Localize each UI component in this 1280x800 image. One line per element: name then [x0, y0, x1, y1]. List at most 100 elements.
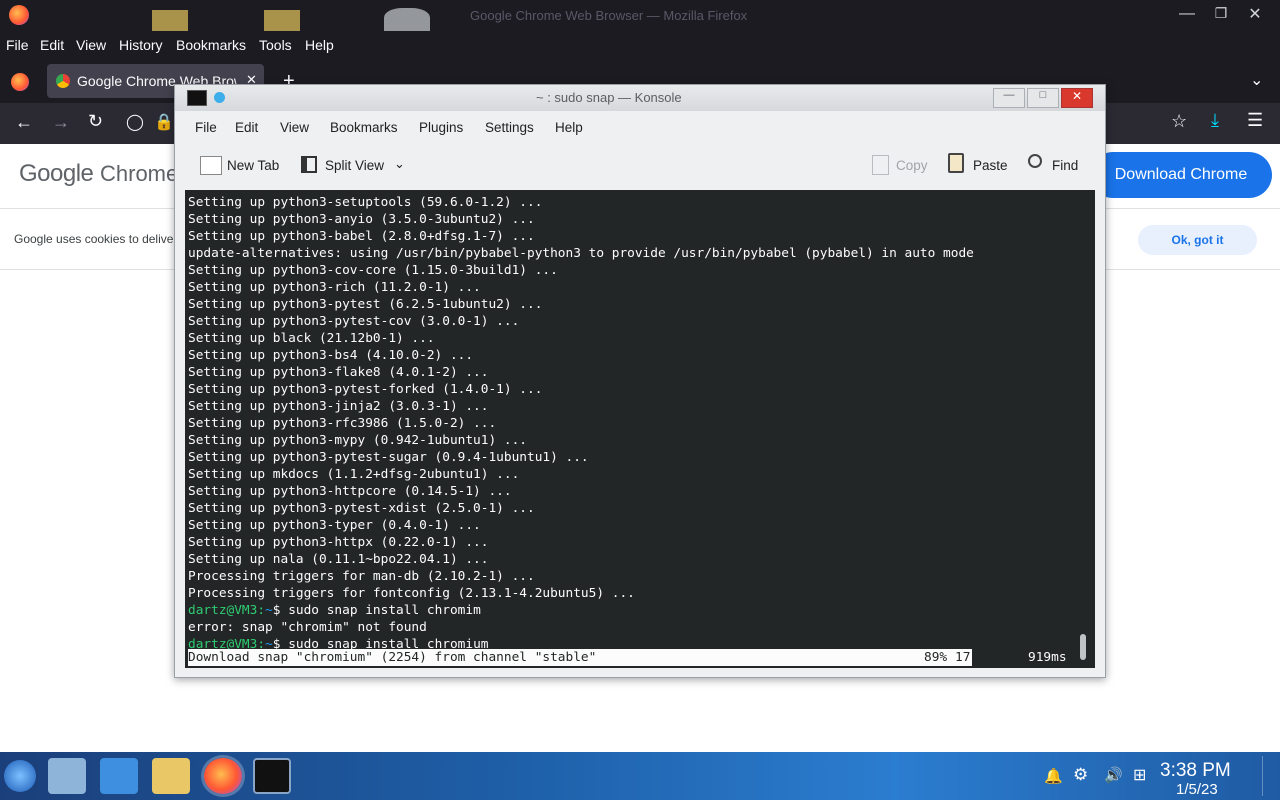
list-all-tabs-icon[interactable]: ⌄: [1250, 70, 1263, 90]
konsole-toolbar: New Tab Split View ⌄ Copy Paste Find: [175, 142, 1105, 188]
konsole-menu-plugins[interactable]: Plugins: [419, 120, 463, 135]
copy-icon: [872, 155, 889, 175]
konsole-menu-bookmarks[interactable]: Bookmarks: [330, 120, 398, 135]
prompt-path: ~: [265, 603, 273, 618]
menu-view[interactable]: View: [76, 37, 106, 53]
download-progress-line: Download snap "chromium" (2254) from cha…: [188, 649, 1069, 666]
terminal-line: Setting up python3-cov-core (1.15.0-3bui…: [188, 263, 558, 278]
paste-button[interactable]: Paste: [973, 158, 1008, 173]
konsole-titlebar[interactable]: ~ : sudo snap — Konsole — □ ✕: [175, 85, 1105, 111]
terminal-line: Setting up python3-pytest-xdist (2.5.0-1…: [188, 501, 535, 516]
cookie-text: Google uses cookies to deliver: [14, 232, 178, 246]
menu-file[interactable]: File: [6, 37, 29, 53]
terminal-line: Setting up python3-httpx (0.22.0-1) ...: [188, 535, 489, 550]
notifications-icon[interactable]: 🔔: [1044, 767, 1063, 785]
terminal-line: update-alternatives: using /usr/bin/pyba…: [188, 246, 974, 261]
paste-icon: [948, 153, 964, 173]
status-speed: 17.9MB/s: [955, 650, 1017, 665]
cookie-ok-button[interactable]: Ok, got it: [1138, 225, 1257, 255]
split-view-button[interactable]: Split View: [325, 158, 384, 173]
firefox-taskbar-icon[interactable]: [204, 758, 242, 794]
chevron-down-icon[interactable]: ⌄: [394, 156, 405, 172]
clock-time[interactable]: 3:38 PM: [1160, 760, 1231, 782]
bookmark-star-icon[interactable]: ☆: [1171, 111, 1187, 132]
desktop-switcher-icon[interactable]: [48, 758, 86, 794]
app-menu-icon[interactable]: ☰: [1247, 110, 1263, 131]
shield-icon[interactable]: ◯: [126, 112, 144, 132]
firefox-logo-icon: [9, 5, 29, 25]
konsole-window: ~ : sudo snap — Konsole — □ ✕ File Edit …: [174, 84, 1106, 678]
konsole-menu-edit[interactable]: Edit: [235, 120, 258, 135]
downloads-icon[interactable]: ⤓: [1211, 110, 1219, 131]
clock-date[interactable]: 1/5/23: [1176, 781, 1218, 798]
google-logo[interactable]: Google: [19, 160, 94, 188]
back-arrow-icon[interactable]: ←: [15, 112, 33, 133]
menu-edit[interactable]: Edit: [40, 37, 64, 53]
file-manager-icon[interactable]: [100, 758, 138, 794]
terminal-line: Setting up python3-pytest-cov (3.0.0-1) …: [188, 314, 520, 329]
start-button[interactable]: [4, 760, 36, 792]
show-desktop-button[interactable]: [1262, 756, 1277, 796]
windows-switch-icon[interactable]: ⊞: [1133, 765, 1146, 785]
taskbar: 🔔 ⚙ 🔊 ⊞ 3:38 PM 1/5/23: [0, 752, 1280, 800]
konsole-menu-settings[interactable]: Settings: [485, 120, 534, 135]
system-tray-icon[interactable]: ⚙: [1073, 765, 1088, 785]
terminal-line: Setting up python3-flake8 (4.0.1-2) ...: [188, 365, 489, 380]
terminal-line: Setting up python3-pytest-forked (1.4.0-…: [188, 382, 543, 397]
volume-icon[interactable]: 🔊: [1104, 766, 1123, 784]
terminal-line: Setting up python3-babel (2.8.0+dfsg.1-7…: [188, 229, 535, 244]
pin-icon[interactable]: [214, 92, 225, 103]
error-line: error: snap "chromim" not found: [188, 620, 427, 635]
konsole-title: ~ : sudo snap — Konsole: [536, 90, 682, 105]
find-button[interactable]: Find: [1052, 158, 1078, 173]
status-percent: 89%: [924, 650, 948, 665]
split-view-icon: [301, 156, 317, 173]
recycle-bin-icon: [384, 8, 430, 32]
desktop-folder-icon: [264, 10, 300, 32]
konsole-menu-view[interactable]: View: [280, 120, 309, 135]
terminal-line: Processing triggers for man-db (2.10.2-1…: [188, 569, 535, 584]
menu-history[interactable]: History: [119, 37, 163, 53]
terminal-line: Setting up python3-rfc3986 (1.5.0-2) ...: [188, 416, 497, 431]
konsole-menu-help[interactable]: Help: [555, 120, 583, 135]
reload-icon[interactable]: ↻: [88, 111, 103, 132]
chrome-logo-text: Chrome: [100, 161, 179, 186]
konsole-menu-file[interactable]: File: [195, 120, 217, 135]
firefox-titlebar: Google Chrome Web Browser — Mozilla Fire…: [0, 0, 1280, 32]
menu-bookmarks[interactable]: Bookmarks: [176, 37, 246, 53]
menu-tools[interactable]: Tools: [259, 37, 292, 53]
terminal-line: Setting up python3-pytest-sugar (0.9.4-1…: [188, 450, 589, 465]
window-title: Google Chrome Web Browser — Mozilla Fire…: [470, 8, 748, 23]
new-tab-button[interactable]: New Tab: [227, 158, 279, 173]
folder-icon[interactable]: [152, 758, 190, 794]
terminal-line: Setting up black (21.12b0-1) ...: [188, 331, 435, 346]
konsole-taskbar-icon[interactable]: [253, 758, 291, 794]
new-tab-icon: [200, 156, 222, 175]
restore-button[interactable]: ❐: [1206, 5, 1236, 25]
terminal-scrollbar[interactable]: [1080, 634, 1086, 660]
terminal-line: Setting up python3-setuptools (59.6.0-1.…: [188, 195, 543, 210]
konsole-close-button[interactable]: ✕: [1061, 88, 1093, 108]
konsole-maximize-button[interactable]: □: [1027, 88, 1059, 108]
terminal-line: Setting up python3-rich (11.2.0-1) ...: [188, 280, 481, 295]
minimize-button[interactable]: —: [1172, 5, 1202, 25]
command-text: sudo snap install chromim: [280, 603, 481, 618]
terminal-output: Setting up python3-setuptools (59.6.0-1.…: [188, 194, 1078, 653]
konsole-minimize-button[interactable]: —: [993, 88, 1025, 108]
prompt-line: dartz@VM3:~$ sudo snap install chromim: [188, 602, 1078, 619]
forward-arrow-icon[interactable]: →: [52, 112, 70, 133]
menu-help[interactable]: Help: [305, 37, 334, 53]
desktop-folder-icon: [152, 10, 188, 32]
download-chrome-button[interactable]: Download Chrome: [1090, 152, 1272, 198]
lock-icon[interactable]: 🔒: [154, 112, 174, 132]
status-eta: 919ms: [1028, 650, 1067, 665]
copy-button[interactable]: Copy: [896, 158, 928, 173]
close-button[interactable]: ✕: [1240, 4, 1270, 24]
terminal-line: Setting up python3-anyio (3.5.0-3ubuntu2…: [188, 212, 535, 227]
find-icon: [1028, 154, 1042, 168]
firefox-view-icon[interactable]: [11, 73, 29, 91]
terminal-line: Setting up python3-bs4 (4.10.0-2) ...: [188, 348, 474, 363]
terminal-line: Setting up python3-jinja2 (3.0.3-1) ...: [188, 399, 489, 414]
terminal-area[interactable]: Setting up python3-setuptools (59.6.0-1.…: [185, 190, 1095, 668]
terminal-line: Setting up python3-pytest (6.2.5-1ubuntu…: [188, 297, 543, 312]
